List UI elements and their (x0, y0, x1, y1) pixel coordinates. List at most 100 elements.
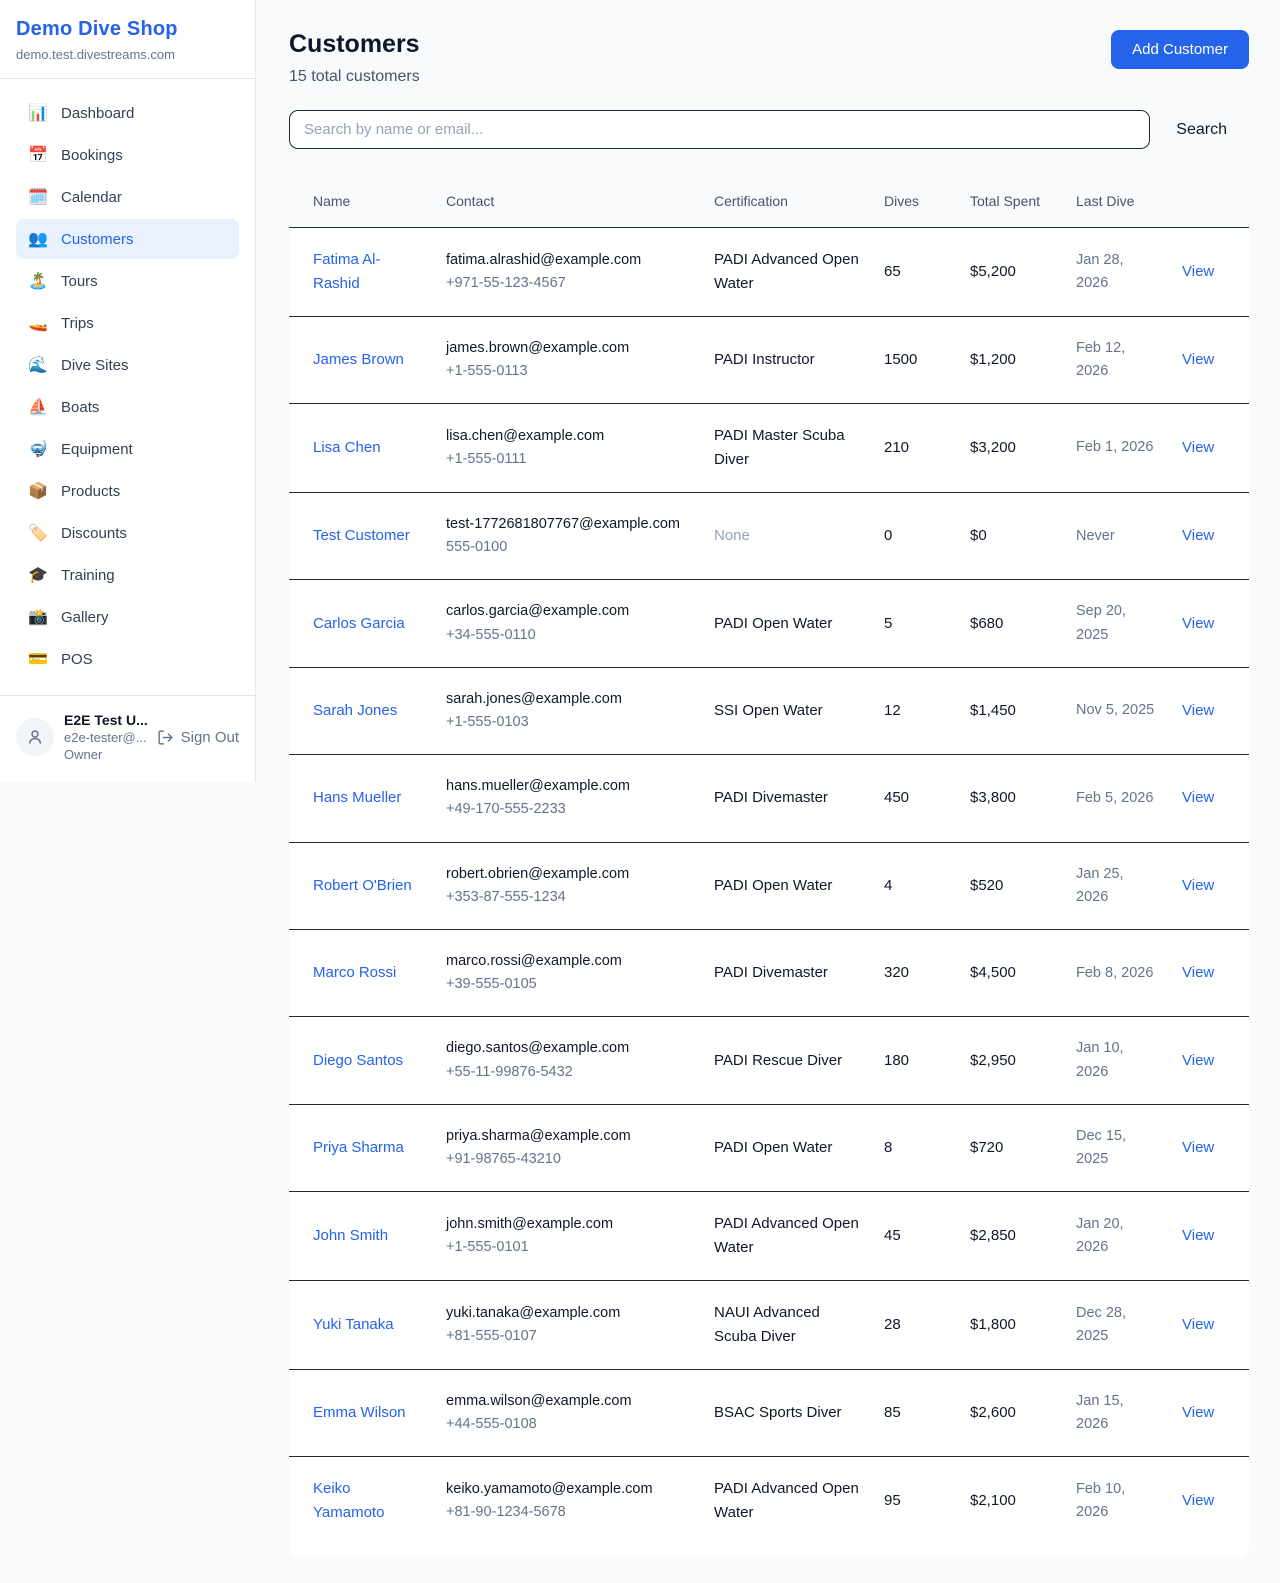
view-cell: View (1170, 1457, 1249, 1546)
sidebar-item-equipment[interactable]: 🤿Equipment (16, 429, 239, 469)
customer-name-link[interactable]: Robert O'Brien (313, 874, 412, 898)
name-cell: Hans Mueller (289, 755, 434, 842)
customer-name-link[interactable]: Sarah Jones (313, 699, 397, 723)
sidebar-item-gallery[interactable]: 📸Gallery (16, 597, 239, 637)
view-link[interactable]: View (1182, 1052, 1214, 1069)
customers-tbody: Fatima Al-Rashidfatima.alrashid@example.… (289, 227, 1249, 1545)
sidebar-item-label: Dashboard (61, 105, 134, 122)
customer-name-link[interactable]: Carlos Garcia (313, 612, 405, 636)
customer-name-link[interactable]: Test Customer (313, 524, 410, 548)
view-link[interactable]: View (1182, 789, 1214, 806)
shop-domain: demo.test.divestreams.com (16, 47, 239, 62)
table-row: Fatima Al-Rashidfatima.alrashid@example.… (289, 227, 1249, 316)
customer-name-link[interactable]: Priya Sharma (313, 1136, 404, 1160)
sidebar-item-dashboard[interactable]: 📊Dashboard (16, 93, 239, 133)
certification-cell: PADI Advanced Open Water (702, 1457, 872, 1546)
search-input[interactable] (289, 110, 1150, 149)
contact-cell: yuki.tanaka@example.com+81-555-0107 (434, 1281, 702, 1370)
dives-cell: 65 (872, 227, 958, 316)
customer-name-link[interactable]: Fatima Al-Rashid (313, 248, 422, 296)
view-link[interactable]: View (1182, 351, 1214, 368)
dives-cell: 95 (872, 1457, 958, 1546)
sidebar-item-dive-sites[interactable]: 🌊Dive Sites (16, 345, 239, 385)
search-button[interactable]: Search (1150, 121, 1249, 139)
contact-cell: fatima.alrashid@example.com+971-55-123-4… (434, 227, 702, 316)
table-row: Hans Muellerhans.mueller@example.com+49-… (289, 755, 1249, 842)
view-link[interactable]: View (1182, 1404, 1214, 1421)
certification-cell: PADI Advanced Open Water (702, 227, 872, 316)
last-dive-cell: Dec 28, 2025 (1064, 1281, 1170, 1370)
contact-cell: diego.santos@example.com+55-11-99876-543… (434, 1017, 702, 1104)
customer-email: fatima.alrashid@example.com (446, 249, 690, 272)
view-link[interactable]: View (1182, 527, 1214, 544)
customer-name-link[interactable]: James Brown (313, 348, 404, 372)
sidebar-item-pos[interactable]: 💳POS (16, 639, 239, 679)
table-row: Yuki Tanaka yuki.tanaka@example.com+81-55… (289, 1281, 1249, 1370)
customers-table-card: NameContactCertificationDivesTotal Spent… (289, 175, 1249, 1559)
customer-name-link[interactable]: Diego Santos (313, 1049, 403, 1073)
dives-cell: 1500 (872, 316, 958, 403)
customer-email: james.brown@example.com (446, 337, 690, 360)
customer-name-link[interactable]: Hans Mueller (313, 786, 401, 810)
customer-name-link[interactable]: Emma Wilson (313, 1401, 406, 1425)
sidebar-item-bookings[interactable]: 📅Bookings (16, 135, 239, 175)
sidebar-item-tours[interactable]: 🏝️Tours (16, 261, 239, 301)
last-dive-cell: Feb 5, 2026 (1064, 755, 1170, 842)
view-link[interactable]: View (1182, 1139, 1214, 1156)
dives-cell: 28 (872, 1281, 958, 1370)
view-link[interactable]: View (1182, 1316, 1214, 1333)
view-link[interactable]: View (1182, 964, 1214, 981)
sidebar-item-label: Discounts (61, 525, 127, 542)
view-link[interactable]: View (1182, 615, 1214, 632)
customer-phone: +1-555-0111 (446, 448, 690, 471)
sign-out-button[interactable]: Sign Out (157, 729, 239, 746)
view-link[interactable]: View (1182, 702, 1214, 719)
view-link[interactable]: View (1182, 1227, 1214, 1244)
table-row: Keiko Yamamotokeiko.yamamoto@example.com… (289, 1457, 1249, 1546)
column-header: Contact (434, 175, 702, 227)
sidebar-item-training[interactable]: 🎓Training (16, 555, 239, 595)
view-cell: View (1170, 580, 1249, 667)
last-dive-cell: Feb 8, 2026 (1064, 929, 1170, 1016)
sidebar-item-calendar[interactable]: 🗓️Calendar (16, 177, 239, 217)
customers-table: NameContactCertificationDivesTotal Spent… (289, 175, 1249, 1545)
gallery-icon: 📸 (28, 607, 48, 627)
name-cell: Lisa Chen (289, 404, 434, 493)
sidebar-item-discounts[interactable]: 🏷️Discounts (16, 513, 239, 553)
name-cell: Fatima Al-Rashid (289, 227, 434, 316)
sidebar-item-boats[interactable]: ⛵Boats (16, 387, 239, 427)
sidebar-item-trips[interactable]: 🚤Trips (16, 303, 239, 343)
last-dive-cell: Jan 15, 2026 (1064, 1370, 1170, 1457)
customer-name-link[interactable]: Marco Rossi (313, 961, 396, 985)
column-header: Certification (702, 175, 872, 227)
view-cell: View (1170, 667, 1249, 754)
customer-email: yuki.tanaka@example.com (446, 1302, 690, 1325)
sidebar-item-customers[interactable]: 👥Customers (16, 219, 239, 259)
view-link[interactable]: View (1182, 1492, 1214, 1509)
view-link[interactable]: View (1182, 263, 1214, 280)
total-spent-cell: $5,200 (958, 227, 1064, 316)
name-cell: James Brown (289, 316, 434, 403)
customer-phone: +91-98765-43210 (446, 1148, 690, 1171)
view-link[interactable]: View (1182, 877, 1214, 894)
total-spent-cell: $1,800 (958, 1281, 1064, 1370)
table-row: Sarah Jonessarah.jones@example.com+1-555… (289, 667, 1249, 754)
total-spent-cell: $1,200 (958, 316, 1064, 403)
dives-cell: 0 (872, 493, 958, 580)
last-dive-cell: Dec 15, 2025 (1064, 1104, 1170, 1191)
total-spent-cell: $1,450 (958, 667, 1064, 754)
user-email: e2e-tester@... (64, 730, 147, 745)
total-spent-cell: $4,500 (958, 929, 1064, 1016)
dives-cell: 85 (872, 1370, 958, 1457)
customer-name-link[interactable]: John Smith (313, 1224, 388, 1248)
certification-cell: None (702, 493, 872, 580)
view-cell: View (1170, 842, 1249, 929)
sidebar-item-products[interactable]: 📦Products (16, 471, 239, 511)
dives-cell: 180 (872, 1017, 958, 1104)
customer-name-link[interactable]: Lisa Chen (313, 436, 381, 460)
name-cell: Yuki Tanaka (289, 1281, 434, 1370)
customer-name-link[interactable]: Yuki Tanaka (313, 1313, 394, 1337)
total-spent-cell: $0 (958, 493, 1064, 580)
add-customer-button[interactable]: Add Customer (1111, 30, 1249, 69)
view-link[interactable]: View (1182, 439, 1214, 456)
